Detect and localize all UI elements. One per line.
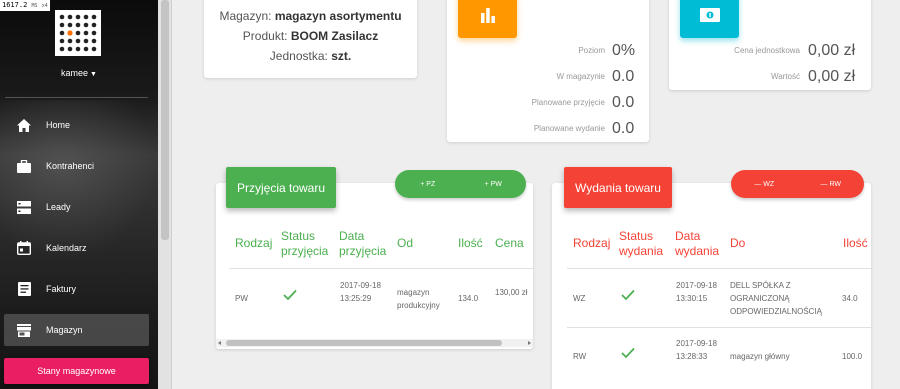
planowane-przyjecie-label: Planowane przyjęcie (531, 98, 605, 107)
sidebar-item-kalendarz[interactable]: Kalendarz (4, 232, 149, 264)
sidebar-item-label: Magazyn (46, 325, 83, 335)
jednostka-line: Jednostka: szt. (269, 49, 352, 63)
col-data-przyjecia[interactable]: Data przyjęcia (339, 229, 391, 259)
sidebar-item-label: Kalendarz (46, 243, 87, 253)
col-rodzaj[interactable]: Rodzaj (235, 236, 272, 251)
sidebar-subitem-stany-magazynowe[interactable]: Stany magazynowe (4, 358, 149, 384)
scroll-right-icon[interactable] (528, 341, 531, 345)
cell-data: 2017-09-18 13:30:15 (676, 281, 717, 303)
poziom-value: 0% (612, 42, 636, 59)
planowane-przyjecie-value: 0.0 (612, 94, 635, 111)
document-icon (16, 281, 32, 297)
w-magazynie-label: W magazynie (556, 72, 605, 81)
briefcase-icon (16, 158, 32, 174)
poziom-label: Poziom (578, 46, 605, 55)
col-data-wydania[interactable]: Data wydania (675, 229, 725, 259)
value-card: Cena jednostkowa 0,00 zł Wartość 0,00 zł (669, 0, 871, 90)
check-icon (621, 289, 635, 301)
sidebar-item-label: Home (46, 120, 71, 130)
przyjecia-actions: + PZ + PW (395, 170, 526, 198)
cell-data: 2017-09-18 13:25:29 (340, 281, 381, 303)
wartosc-label: Wartość (770, 72, 800, 81)
przyjecia-title: Przyjęcia towaru (226, 167, 336, 208)
col-status-przyjecia[interactable]: Status przyjęcia (281, 229, 333, 259)
product-info-card: Magazyn: magazyn asortymentu Produkt: BO… (204, 0, 417, 78)
cell-rodzaj: PW (235, 294, 248, 303)
caret-down-icon: ▼ (90, 71, 97, 78)
col-do[interactable]: Do (730, 236, 745, 251)
cell-ilosc: 100.0 (842, 352, 863, 361)
produkt-line: Produkt: BOOM Zasilacz (242, 29, 379, 43)
cell-do: magazyn główny (730, 352, 790, 361)
cell-do: DELL SPÓŁKA Z OGRANICZONĄ ODPOWIEDZIALNO… (730, 281, 823, 316)
cell-ilosc: 134.0 (458, 294, 479, 303)
add-rw-button[interactable]: — RW (798, 181, 865, 188)
sidebar-item-faktury[interactable]: Faktury (4, 273, 149, 305)
calendar-icon (16, 240, 32, 256)
money-icon (680, 0, 739, 38)
cena-jednostkowa-label: Cena jednostkowa (734, 46, 800, 55)
wydania-card: Rodzaj Status wydania Data wydania Do Il… (552, 183, 871, 389)
username: kamee (61, 68, 89, 78)
col-ilosc[interactable]: Ilość (843, 236, 868, 251)
scroll-left-icon[interactable] (218, 341, 221, 345)
wydania-actions: — WZ — RW (731, 170, 864, 198)
sidebar-scrollbar[interactable] (158, 0, 172, 389)
check-icon (621, 347, 635, 359)
cell-od: magazyn produkcyjny (397, 288, 440, 310)
col-cena[interactable]: Cena (495, 236, 524, 251)
cell-rodzaj: RW (573, 352, 587, 361)
row-divider (567, 327, 871, 328)
table-header-divider (567, 268, 871, 269)
add-pz-button[interactable]: + PZ (395, 181, 461, 188)
add-pw-button[interactable]: + PW (461, 181, 527, 188)
cell-data: 2017-09-18 13:28:33 (676, 339, 717, 361)
stock-stats-card: Poziom 0% W magazynie 0.0 Planowane przy… (447, 0, 649, 142)
check-icon (283, 289, 297, 301)
table-header-divider (229, 268, 533, 269)
sidebar-divider (5, 97, 148, 98)
home-icon (16, 117, 32, 133)
user-menu[interactable]: kamee ▼ (0, 68, 158, 78)
col-od[interactable]: Od (397, 236, 413, 251)
sidebar-item-label: Leady (46, 202, 71, 212)
sidebar-item-magazyn[interactable]: Magazyn (4, 314, 149, 346)
sidebar-item-label: Kontrahenci (46, 161, 95, 171)
sidebar-item-label: Faktury (46, 284, 77, 294)
logo-dots-icon (59, 14, 97, 52)
wartosc-value: 0,00 zł (808, 68, 856, 85)
logo[interactable] (55, 10, 101, 56)
scrollbar-thumb[interactable] (161, 0, 169, 240)
wydania-title: Wydania towaru (564, 167, 672, 208)
sidebar: 1617.2 MS x4 kamee ▼ Home Kontrahenci Le… (0, 0, 158, 389)
magazyn-line: Magazyn: magazyn asortymentu (219, 9, 402, 23)
sidebar-item-home[interactable]: Home (4, 109, 149, 141)
planowane-wydanie-label: Planowane wydanie (533, 124, 605, 133)
cell-ilosc: 34.0 (842, 294, 858, 303)
cell-cena: 130,00 zł (495, 288, 528, 297)
store-icon (16, 322, 32, 338)
add-wz-button[interactable]: — WZ (731, 181, 798, 188)
scrollbar-thumb[interactable] (226, 340, 502, 346)
fps-meter: 1617.2 MS x4 (0, 0, 50, 11)
chart-icon (458, 0, 517, 38)
planowane-wydanie-value: 0.0 (612, 120, 635, 137)
cell-rodzaj: WZ (573, 294, 586, 303)
col-status-wydania[interactable]: Status wydania (619, 229, 669, 259)
cena-jednostkowa-value: 0,00 zł (808, 42, 856, 59)
w-magazynie-value: 0.0 (612, 68, 635, 85)
sidebar-item-leady[interactable]: Leady (4, 191, 149, 223)
col-ilosc[interactable]: Ilość (458, 236, 483, 251)
sidebar-item-kontrahenci[interactable]: Kontrahenci (4, 150, 149, 182)
horizontal-scrollbar[interactable] (216, 339, 533, 347)
col-rodzaj[interactable]: Rodzaj (573, 236, 610, 251)
storage-icon (16, 199, 32, 215)
